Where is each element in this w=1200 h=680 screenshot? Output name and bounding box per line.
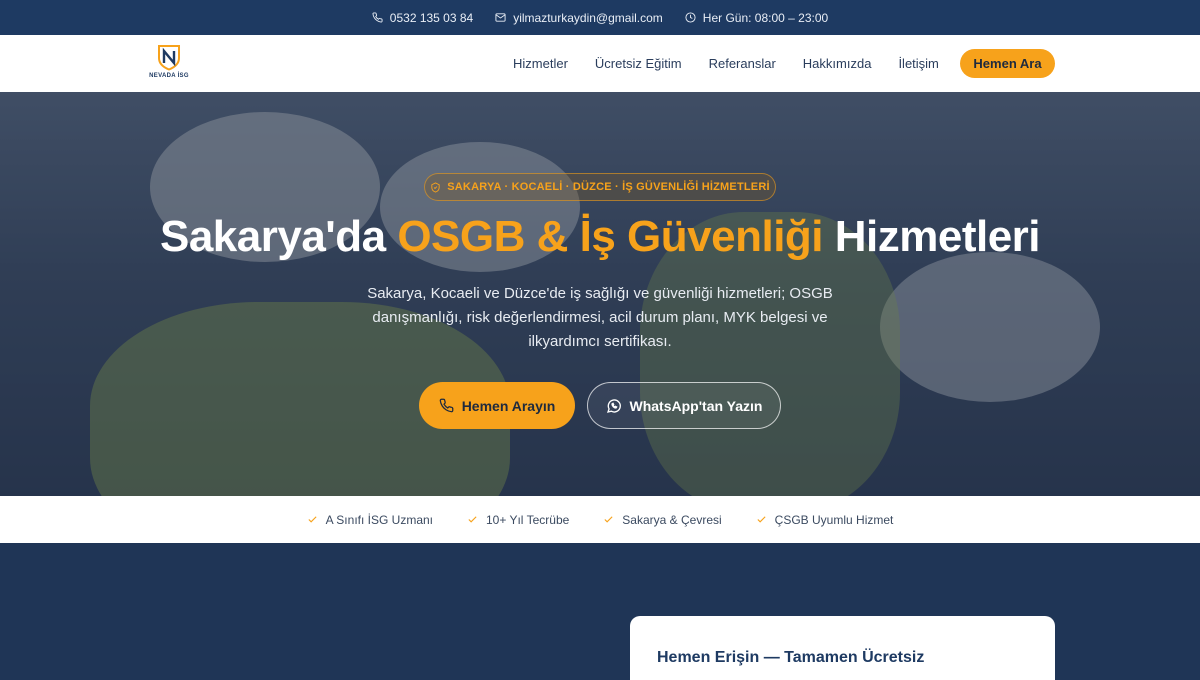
call-now-label: Hemen Arayın [461, 397, 556, 414]
brand-name: NEVADA İSG [149, 73, 189, 79]
main-navigation: NEVADA İSG Hizmetler Ücretsiz Eğitim Ref… [0, 35, 1200, 92]
hero-badge-text: SAKARYA · KOCAELİ · DÜZCE · İŞ GÜVENLİĞİ… [447, 181, 770, 193]
check-icon [757, 516, 766, 523]
hero-section: SAKARYA · KOCAELİ · DÜZCE · İŞ GÜVENLİĞİ… [0, 92, 1200, 496]
check-icon [468, 516, 477, 523]
phone-icon [372, 12, 383, 23]
whatsapp-button[interactable]: WhatsApp'tan Yazın [587, 382, 781, 429]
feature-label: A Sınıfı İSG Uzmanı [325, 512, 433, 527]
topbar-email[interactable]: yilmazturkaydin@gmail.com [495, 11, 663, 25]
feature-label: Sakarya & Çevresi [622, 512, 722, 527]
nav-item-ucretsiz-egitim[interactable]: Ücretsiz Eğitim [595, 56, 682, 71]
call-now-button[interactable]: Hemen Arayın [419, 382, 575, 429]
nav-item-referanslar[interactable]: Referanslar [709, 56, 776, 71]
check-icon [308, 516, 317, 523]
top-info-bar: 0532 135 03 84 yilmazturkaydin@gmail.com… [0, 0, 1200, 35]
feature-item: ÇSGB Uyumlu Hizmet [756, 512, 894, 527]
whatsapp-icon [606, 398, 621, 413]
feature-label: 10+ Yıl Tecrübe [486, 512, 570, 527]
hero-title-prefix: Sakarya'da [159, 212, 398, 261]
feature-item: 10+ Yıl Tecrübe [467, 513, 569, 527]
shield-check-icon [431, 181, 440, 193]
brand-logo[interactable]: NEVADA İSG [147, 43, 191, 85]
feature-item: A Sınıfı İSG Uzmanı [307, 513, 433, 527]
whatsapp-label: WhatsApp'tan Yazın [629, 397, 763, 414]
hero-title: Sakarya'da OSGB & İş Güvenliği Hizmetler… [0, 212, 1200, 262]
topbar-email-text: yilmazturkaydin@gmail.com [513, 10, 663, 25]
phone-icon [439, 398, 454, 413]
nav-menu: Hizmetler Ücretsiz Eğitim Referanslar Ha… [513, 35, 939, 92]
topbar-phone[interactable]: 0532 135 03 84 [372, 11, 473, 25]
nav-item-hakkimizda[interactable]: Hakkımızda [803, 56, 872, 71]
mail-icon [495, 13, 506, 22]
card-title: Hemen Erişin — Tamamen Ücretsiz [657, 649, 925, 666]
topbar-phone-text: 0532 135 03 84 [389, 10, 474, 25]
features-strip: A Sınıfı İSG Uzmanı 10+ Yıl Tecrübe Saka… [0, 496, 1200, 543]
hero-description: Sakarya, Kocaeli ve Düzce'de iş sağlığı … [367, 285, 833, 350]
hero-region-badge: SAKARYA · KOCAELİ · DÜZCE · İŞ GÜVENLİĞİ… [424, 173, 776, 201]
feature-item: Sakarya & Çevresi [603, 512, 722, 527]
free-access-card: Hemen Erişin — Tamamen Ücretsiz [630, 616, 1055, 680]
lower-section: Hemen Erişin — Tamamen Ücretsiz [0, 543, 1200, 680]
shield-logo-icon [158, 45, 180, 71]
clock-icon [685, 12, 696, 23]
nav-call-button[interactable]: Hemen Ara [960, 49, 1055, 78]
topbar-hours-text: Her Gün: 08:00 – 23:00 [702, 10, 829, 25]
nav-item-hizmetler[interactable]: Hizmetler [513, 56, 568, 71]
hero-title-accent: OSGB & İş Güvenliği [397, 212, 824, 261]
nav-item-iletisim[interactable]: İletişim [898, 56, 938, 71]
hero-title-suffix: Hizmetleri [823, 212, 1041, 261]
feature-label: ÇSGB Uyumlu Hizmet [774, 512, 894, 527]
topbar-hours: Her Gün: 08:00 – 23:00 [685, 11, 828, 25]
check-icon [604, 516, 613, 523]
